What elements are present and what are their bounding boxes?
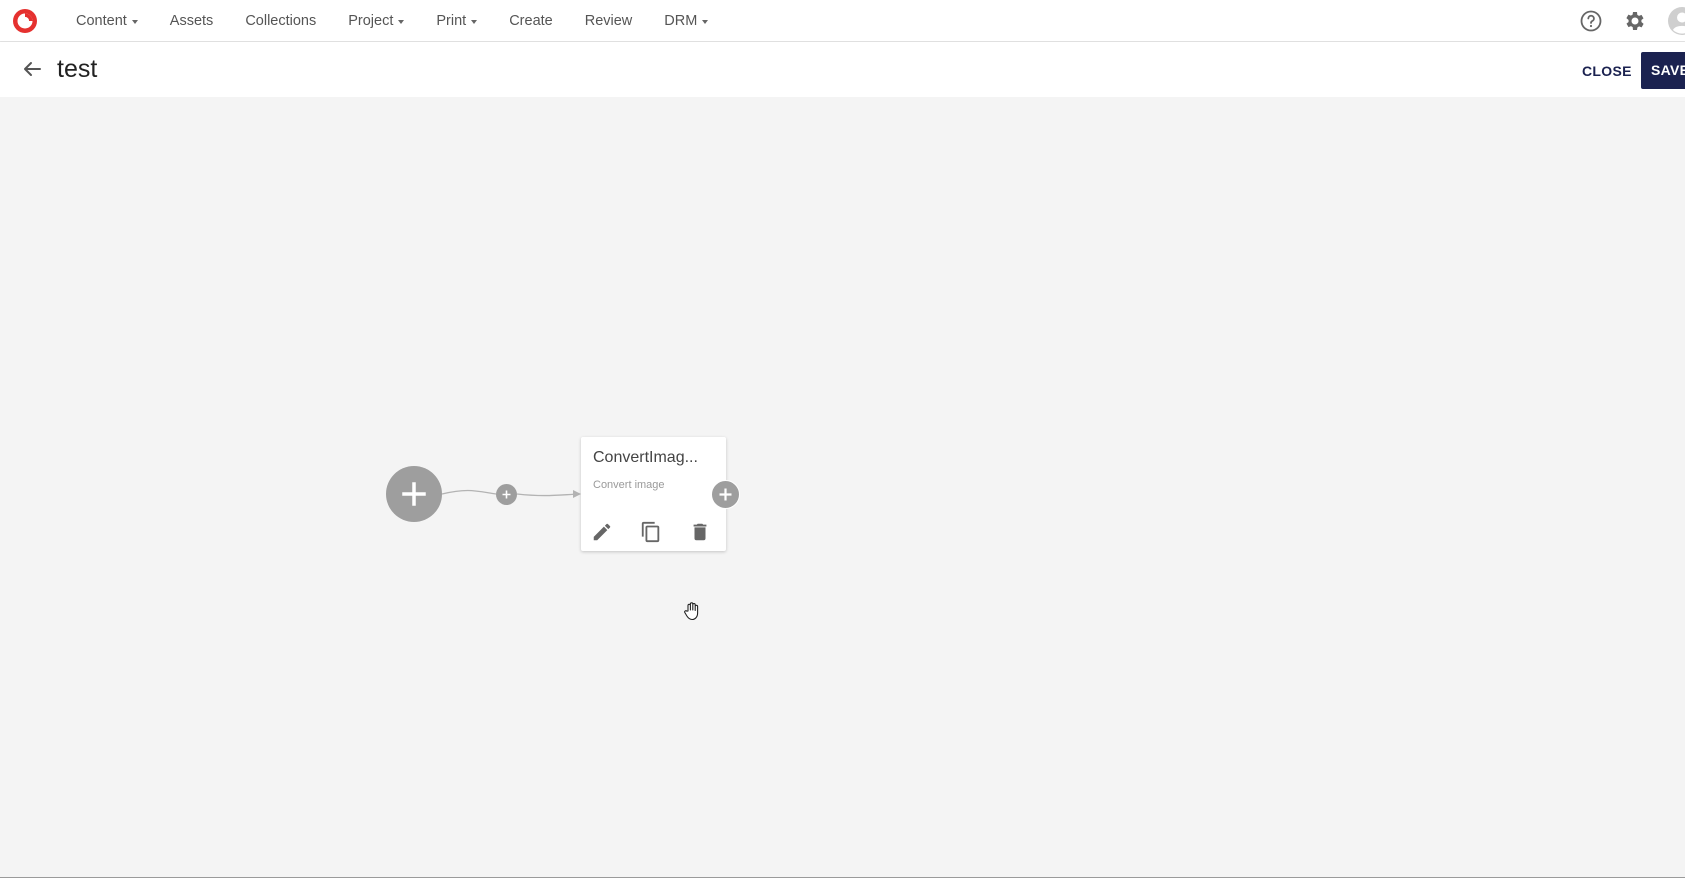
nav-item-assets[interactable]: Assets — [154, 13, 230, 29]
app-window: Content Assets Collections Project Print Crea… — [0, 0, 1685, 878]
user-avatar-icon[interactable] — [1667, 6, 1685, 36]
nav-item-label: Project — [348, 13, 394, 29]
append-step-button[interactable] — [711, 480, 740, 509]
plus-icon — [502, 490, 511, 499]
nav-item-label: Create — [509, 13, 553, 29]
step-title: ConvertImag... — [593, 449, 698, 466]
gear-icon[interactable] — [1623, 9, 1647, 33]
save-button[interactable]: SAVE — [1641, 52, 1685, 89]
help-circle-icon[interactable] — [1579, 9, 1603, 33]
plus-icon — [719, 488, 732, 501]
nav-item-label: DRM — [664, 13, 698, 29]
top-navigation: Content Assets Collections Project Print Crea… — [0, 0, 1685, 42]
caret-down-icon — [131, 20, 138, 24]
edit-pencil-icon[interactable] — [591, 521, 613, 543]
workflow-step-card[interactable]: ConvertImag... Convert image — [581, 437, 726, 551]
nav-item-content[interactable]: Content — [60, 13, 154, 29]
page-title: test — [57, 55, 98, 83]
nav-utilities — [1579, 0, 1685, 42]
step-subtitle: Convert image — [593, 479, 665, 491]
close-button[interactable]: CLOSE — [1572, 54, 1642, 88]
nav-item-review[interactable]: Review — [569, 13, 649, 29]
insert-step-button[interactable] — [496, 484, 517, 505]
plus-icon — [402, 482, 426, 506]
nav-item-print[interactable]: Print — [420, 13, 493, 29]
nav-item-label: Print — [436, 13, 467, 29]
brand-logo-icon[interactable] — [12, 8, 38, 34]
copy-icon[interactable] — [640, 521, 662, 543]
nav-item-label: Review — [584, 13, 633, 29]
hand-cursor-icon — [684, 602, 699, 621]
nav-item-drm[interactable]: DRM — [648, 13, 724, 29]
nav-item-label: Content — [76, 13, 127, 29]
page-header: test CLOSE SAVE — [0, 42, 1685, 97]
caret-down-icon — [471, 20, 478, 24]
nav-item-create[interactable]: Create — [493, 13, 569, 29]
caret-down-icon — [702, 20, 709, 24]
trash-icon[interactable] — [689, 521, 711, 543]
nav-item-project[interactable]: Project — [332, 13, 420, 29]
workflow-canvas[interactable] — [0, 97, 1685, 878]
back-arrow-icon[interactable] — [20, 57, 44, 81]
nav-item-label: Collections — [245, 13, 317, 29]
nav-item-collections[interactable]: Collections — [229, 13, 332, 29]
start-add-node[interactable] — [386, 466, 442, 522]
nav-item-label: Assets — [169, 13, 214, 29]
caret-down-icon — [398, 20, 405, 24]
main-menu: Content Assets Collections Project Print Crea… — [60, 0, 724, 42]
